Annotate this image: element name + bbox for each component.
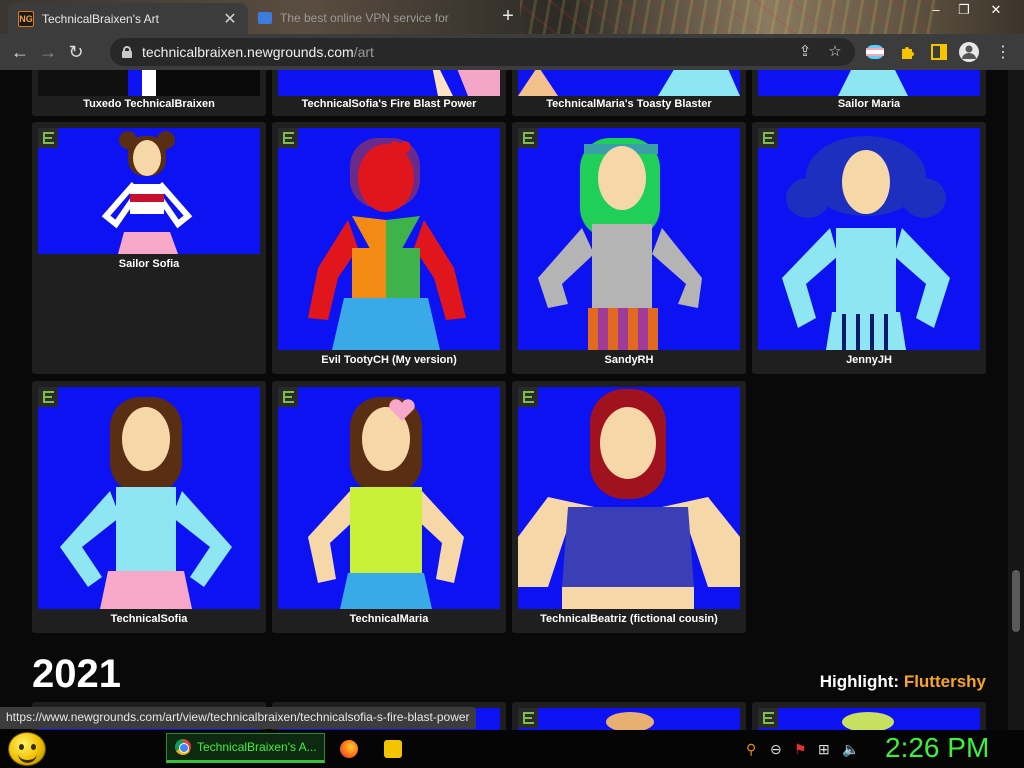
chrome-icon bbox=[175, 739, 191, 755]
art-title[interactable]: SandyRH bbox=[512, 354, 746, 366]
search-icon[interactable]: ⚲ bbox=[746, 741, 756, 758]
system-clock[interactable]: 2:26 PM bbox=[885, 732, 989, 764]
new-tab-button[interactable]: + bbox=[498, 6, 518, 27]
scrollbar-thumb[interactable] bbox=[1012, 570, 1020, 632]
url-path: /art bbox=[353, 44, 374, 60]
artwork-thumbnail[interactable] bbox=[758, 70, 980, 96]
minimize-icon[interactable]: – bbox=[925, 2, 947, 20]
art-title[interactable]: TechnicalMaria bbox=[272, 613, 506, 625]
art-card-sailor-maria[interactable]: Sailor Maria bbox=[752, 70, 986, 116]
network-icon[interactable]: ⊞ bbox=[818, 741, 830, 758]
artwork-thumbnail[interactable] bbox=[518, 387, 740, 609]
art-card-technicalsofia[interactable]: TechnicalSofia bbox=[32, 381, 266, 633]
art-title[interactable]: TechnicalSofia's Fire Blast Power bbox=[272, 98, 506, 110]
volume-icon[interactable]: 🔈 bbox=[842, 741, 859, 758]
tab-title: The best online VPN service for bbox=[280, 11, 449, 25]
page-scrollbar[interactable] bbox=[1008, 70, 1024, 730]
art-card-sandyrh[interactable]: SandyRH bbox=[512, 122, 746, 374]
address-bar[interactable]: technicalbraixen.newgrounds.com /art ⇪ ☆ bbox=[110, 38, 855, 66]
tab-technicalbraixen-art[interactable]: NG TechnicalBraixen's Art ✕ bbox=[8, 3, 248, 34]
year-heading: 2021 bbox=[32, 652, 121, 696]
maximize-icon[interactable]: ❐ bbox=[953, 2, 975, 20]
taskbar-item-label: TechnicalBraixen's A... bbox=[197, 740, 317, 754]
rating-e-icon bbox=[278, 387, 298, 407]
notifications-icon[interactable]: ⊖ bbox=[770, 741, 782, 758]
menu-kebab-icon[interactable]: ⋮ bbox=[992, 41, 1014, 63]
artwork-thumbnail[interactable] bbox=[278, 128, 500, 350]
taskbar-item-chrome[interactable]: TechnicalBraixen's A... bbox=[166, 733, 325, 763]
status-bar-url: https://www.newgrounds.com/art/view/tech… bbox=[0, 707, 476, 729]
close-window-icon[interactable]: ✕ bbox=[985, 2, 1007, 20]
side-panel-icon[interactable] bbox=[928, 41, 950, 63]
action-center-flag-icon[interactable]: ⚑ bbox=[794, 741, 807, 758]
artwork-thumbnail[interactable] bbox=[38, 387, 260, 609]
rating-e-icon bbox=[518, 708, 538, 728]
art-card-partial[interactable] bbox=[752, 702, 986, 730]
highlight-label: Highlight: bbox=[819, 672, 900, 691]
art-card-toasty-blaster[interactable]: TechnicalMaria's Toasty Blaster bbox=[512, 70, 746, 116]
artwork-thumbnail[interactable] bbox=[38, 128, 260, 254]
os-taskbar bbox=[0, 730, 1024, 768]
back-arrow-icon[interactable]: ← bbox=[6, 38, 34, 66]
gallery-page: Tuxedo TechnicalBraixen TechnicalSofia's… bbox=[0, 70, 1008, 730]
art-card-technicalbeatriz[interactable]: TechnicalBeatriz (fictional cousin) bbox=[512, 381, 746, 633]
tab-vpn[interactable]: The best online VPN service for bbox=[258, 6, 490, 30]
art-title[interactable]: TechnicalBeatriz (fictional cousin) bbox=[512, 613, 746, 625]
close-icon[interactable]: ✕ bbox=[222, 9, 238, 29]
artwork-thumbnail[interactable] bbox=[518, 70, 740, 96]
art-title[interactable]: TechnicalSofia bbox=[32, 613, 266, 625]
art-title[interactable]: Evil TootyCH (My version) bbox=[272, 354, 506, 366]
year-highlight: Highlight: Fluttershy bbox=[820, 672, 986, 692]
art-card-tuxedo-technicalbraixen[interactable]: Tuxedo TechnicalBraixen bbox=[32, 70, 266, 116]
newgrounds-icon: NG bbox=[18, 10, 34, 27]
vpn-icon bbox=[258, 12, 272, 24]
art-title[interactable]: Tuxedo TechnicalBraixen bbox=[32, 98, 266, 110]
art-card-technicalmaria[interactable]: TechnicalMaria bbox=[272, 381, 506, 633]
url-host: technicalbraixen.newgrounds.com bbox=[142, 44, 354, 60]
rating-e-icon bbox=[758, 708, 778, 728]
bookmark-star-icon[interactable]: ☆ bbox=[825, 42, 845, 60]
share-icon[interactable]: ⇪ bbox=[795, 42, 815, 60]
artwork-thumbnail[interactable] bbox=[278, 70, 500, 96]
file-manager-icon[interactable] bbox=[384, 740, 402, 758]
lock-icon[interactable] bbox=[122, 46, 132, 58]
profile-avatar-icon[interactable] bbox=[958, 41, 980, 63]
art-card-partial[interactable] bbox=[512, 702, 746, 730]
art-card-fire-blast-power[interactable]: TechnicalSofia's Fire Blast Power bbox=[272, 70, 506, 116]
firefox-icon[interactable] bbox=[340, 740, 358, 758]
art-card-sailor-sofia[interactable]: Sailor Sofia bbox=[32, 122, 266, 374]
artwork-thumbnail[interactable] bbox=[758, 708, 980, 730]
rating-e-icon bbox=[518, 128, 538, 148]
rating-e-icon bbox=[278, 128, 298, 148]
tab-title: TechnicalBraixen's Art bbox=[42, 11, 160, 26]
start-button-smiley-icon[interactable] bbox=[8, 732, 46, 766]
artwork-thumbnail[interactable] bbox=[278, 387, 500, 609]
artwork-thumbnail[interactable] bbox=[518, 708, 740, 730]
art-title[interactable]: Sailor Sofia bbox=[32, 258, 266, 270]
art-title[interactable]: Sailor Maria bbox=[752, 98, 986, 110]
reload-icon[interactable]: ↻ bbox=[62, 38, 90, 66]
artwork-thumbnail[interactable] bbox=[38, 70, 260, 96]
extensions-puzzle-icon[interactable] bbox=[896, 41, 918, 63]
artwork-thumbnail[interactable] bbox=[518, 128, 740, 350]
rating-e-icon bbox=[518, 387, 538, 407]
art-card-evil-tootych[interactable]: Evil TootyCH (My version) bbox=[272, 122, 506, 374]
profile-flag-icon[interactable] bbox=[864, 41, 886, 63]
art-card-jennyjh[interactable]: JennyJH bbox=[752, 122, 986, 374]
rating-e-icon bbox=[38, 387, 58, 407]
forward-arrow-icon[interactable]: → bbox=[34, 38, 62, 66]
artwork-thumbnail[interactable] bbox=[758, 128, 980, 350]
rating-e-icon bbox=[758, 128, 778, 148]
highlight-link[interactable]: Fluttershy bbox=[904, 672, 986, 691]
rating-e-icon bbox=[38, 128, 58, 148]
art-title[interactable]: TechnicalMaria's Toasty Blaster bbox=[512, 98, 746, 110]
art-title[interactable]: JennyJH bbox=[752, 354, 986, 366]
